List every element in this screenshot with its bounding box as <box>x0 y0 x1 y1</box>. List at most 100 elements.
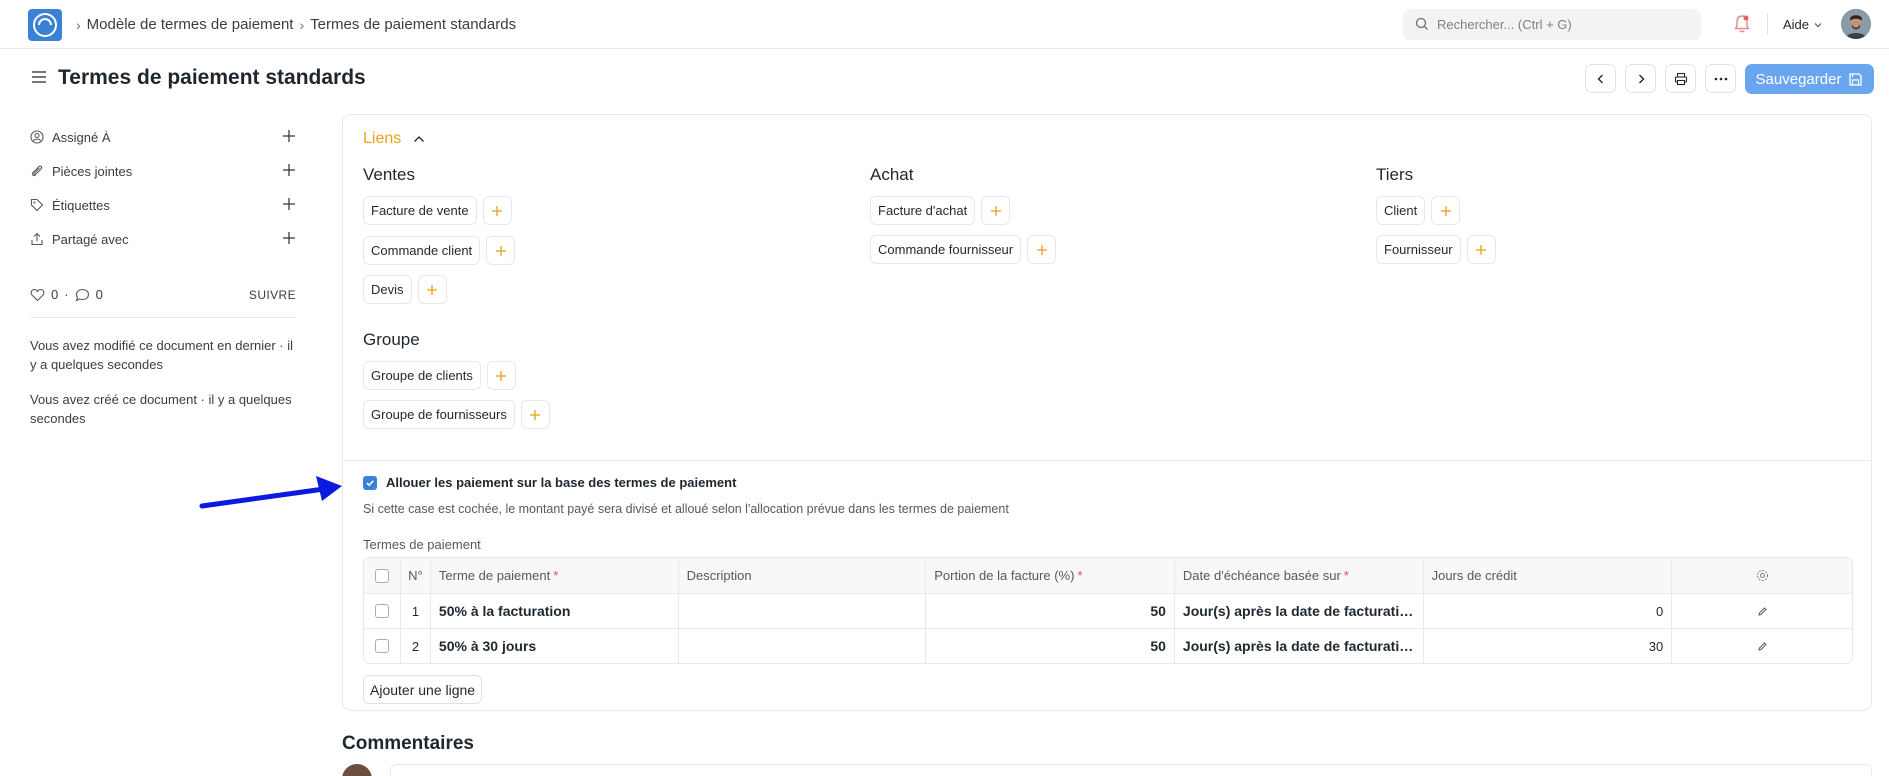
notification-bell-icon[interactable] <box>1733 14 1751 34</box>
cell-days[interactable]: 0 <box>1422 594 1672 628</box>
group-title-groupe: Groupe <box>363 330 420 349</box>
form-card: Liens Ventes Facture de vente Commande c… <box>342 114 1872 711</box>
cell-portion[interactable]: 50 <box>925 629 1174 663</box>
save-button[interactable]: Sauvegarder <box>1745 64 1874 94</box>
allocation-checkbox-label: Allouer les paiement sur la base des ter… <box>386 475 737 490</box>
breadcrumb-item-doctype[interactable]: Modèle de termes de paiement <box>87 16 294 33</box>
table-header-row: N° Terme de paiement * Description Portio… <box>364 558 1852 593</box>
heart-icon[interactable] <box>30 288 45 302</box>
cell-due[interactable]: Jour(s) après la date de facturation <box>1173 629 1423 663</box>
hamburger-menu-icon[interactable] <box>31 70 47 84</box>
sidebar-item-attachments[interactable]: Pièces jointes <box>30 154 296 188</box>
follow-button[interactable]: SUIVRE <box>249 288 296 302</box>
link-client[interactable]: Client <box>1376 196 1426 225</box>
link-devis[interactable]: Devis <box>363 275 412 304</box>
plus-icon[interactable] <box>282 129 296 143</box>
comment-input[interactable] <box>390 764 1872 776</box>
payment-terms-table: N° Terme de paiement * Description Portio… <box>363 557 1853 664</box>
plus-icon[interactable] <box>282 197 296 211</box>
add-row-button[interactable]: Ajouter une ligne <box>363 675 483 704</box>
link-facture-vente[interactable]: Facture de vente <box>363 196 477 225</box>
page-title: Termes de paiement standards <box>58 66 366 89</box>
link-commande-client[interactable]: Commande client <box>363 236 481 265</box>
add-link-button[interactable] <box>417 275 447 304</box>
cell-term[interactable]: 50% à 30 jours <box>429 629 678 663</box>
print-button[interactable] <box>1665 64 1696 93</box>
link-groupe-fournisseurs[interactable]: Groupe de fournisseurs <box>363 400 515 429</box>
previous-document-button[interactable] <box>1585 64 1616 93</box>
group-title-tiers: Tiers <box>1376 165 1414 184</box>
checkmark-icon <box>366 479 374 486</box>
link-commande-fournisseur[interactable]: Commande fournisseur <box>870 235 1022 264</box>
help-dropdown[interactable]: Aide <box>1783 17 1823 32</box>
row-select-cell <box>364 629 400 663</box>
table-row[interactable]: 1 50% à la facturation 50 Jour(s) après … <box>364 593 1852 628</box>
cell-term[interactable]: 50% à la facturation <box>429 594 678 628</box>
app-logo[interactable] <box>28 9 62 41</box>
column-header-due-label: Date d'échéance basée sur <box>1182 568 1341 583</box>
select-all-checkbox[interactable] <box>374 568 389 583</box>
cell-description[interactable] <box>677 629 926 663</box>
link-row: Facture d'achat <box>870 196 1011 225</box>
user-avatar[interactable] <box>1841 9 1871 39</box>
share-icon <box>31 232 43 246</box>
row-number: 1 <box>399 594 430 628</box>
add-link-button[interactable] <box>520 400 550 429</box>
column-header-due: Date d'échéance basée sur * <box>1173 558 1423 593</box>
table-row[interactable]: 2 50% à 30 jours 50 Jour(s) après la dat… <box>364 628 1852 663</box>
add-link-button[interactable] <box>486 361 516 390</box>
link-row: Groupe de clients <box>363 361 516 390</box>
breadcrumb: › Modèle de termes de paiement › Termes … <box>76 16 516 33</box>
add-link-button[interactable] <box>1431 196 1461 225</box>
pencil-icon[interactable] <box>1757 606 1768 617</box>
more-actions-button[interactable] <box>1705 64 1736 93</box>
plus-icon[interactable] <box>282 163 296 177</box>
plus-icon <box>492 205 503 216</box>
likes-comments-row: 0 · 0 SUIVRE <box>30 287 296 302</box>
allocation-checkbox-row[interactable]: Allouer les paiement sur la base des ter… <box>363 475 736 490</box>
sidebar-item-shared[interactable]: Partagé avec <box>30 222 296 256</box>
gear-icon[interactable] <box>1756 569 1769 582</box>
link-groupe-clients[interactable]: Groupe de clients <box>363 361 481 390</box>
next-document-button[interactable] <box>1625 64 1656 93</box>
tag-icon <box>30 198 44 212</box>
required-marker: * <box>1077 568 1083 583</box>
save-button-label: Sauvegarder <box>1755 70 1842 88</box>
row-edit-cell <box>1671 629 1852 663</box>
link-fournisseur[interactable]: Fournisseur <box>1376 235 1461 264</box>
links-section-header[interactable]: Liens <box>363 130 425 148</box>
column-header-portion-label: Portion de la facture (%) <box>934 568 1075 583</box>
row-checkbox[interactable] <box>374 639 389 653</box>
column-header-term-label: Terme de paiement <box>438 568 551 583</box>
link-facture-achat[interactable]: Facture d'achat <box>870 196 976 225</box>
comments-count: 0 <box>95 287 103 302</box>
help-label: Aide <box>1783 17 1810 32</box>
cell-portion[interactable]: 50 <box>925 594 1174 628</box>
add-link-button[interactable] <box>486 236 516 265</box>
link-row: Client <box>1376 196 1461 225</box>
select-all-cell <box>364 558 400 593</box>
cell-due[interactable]: Jour(s) après la date de facturation <box>1173 594 1423 628</box>
plus-icon[interactable] <box>282 231 296 245</box>
search-input[interactable] <box>1437 9 1687 40</box>
group-title-achat: Achat <box>870 165 914 184</box>
row-checkbox[interactable] <box>374 604 389 618</box>
sidebar-item-tags[interactable]: Étiquettes <box>30 188 296 222</box>
pencil-icon[interactable] <box>1757 641 1768 652</box>
add-link-button[interactable] <box>1466 235 1496 264</box>
comment-icon[interactable] <box>75 288 90 302</box>
floppy-disk-icon <box>1849 72 1863 86</box>
link-row: Facture de vente <box>363 196 512 225</box>
cell-description[interactable] <box>677 594 926 628</box>
column-header-days: Jours de crédit <box>1422 558 1672 593</box>
add-link-button[interactable] <box>1027 235 1057 264</box>
breadcrumb-item-document[interactable]: Termes de paiement standards <box>310 16 516 33</box>
search-bar[interactable] <box>1403 9 1701 40</box>
add-link-button[interactable] <box>482 196 512 225</box>
cell-days[interactable]: 30 <box>1422 629 1672 663</box>
sidebar-item-assigned[interactable]: Assigné À <box>30 120 296 154</box>
printer-icon <box>1674 72 1687 85</box>
add-link-button[interactable] <box>981 196 1011 225</box>
allocation-checkbox[interactable] <box>363 475 377 490</box>
chevron-right-icon: › <box>76 16 81 33</box>
